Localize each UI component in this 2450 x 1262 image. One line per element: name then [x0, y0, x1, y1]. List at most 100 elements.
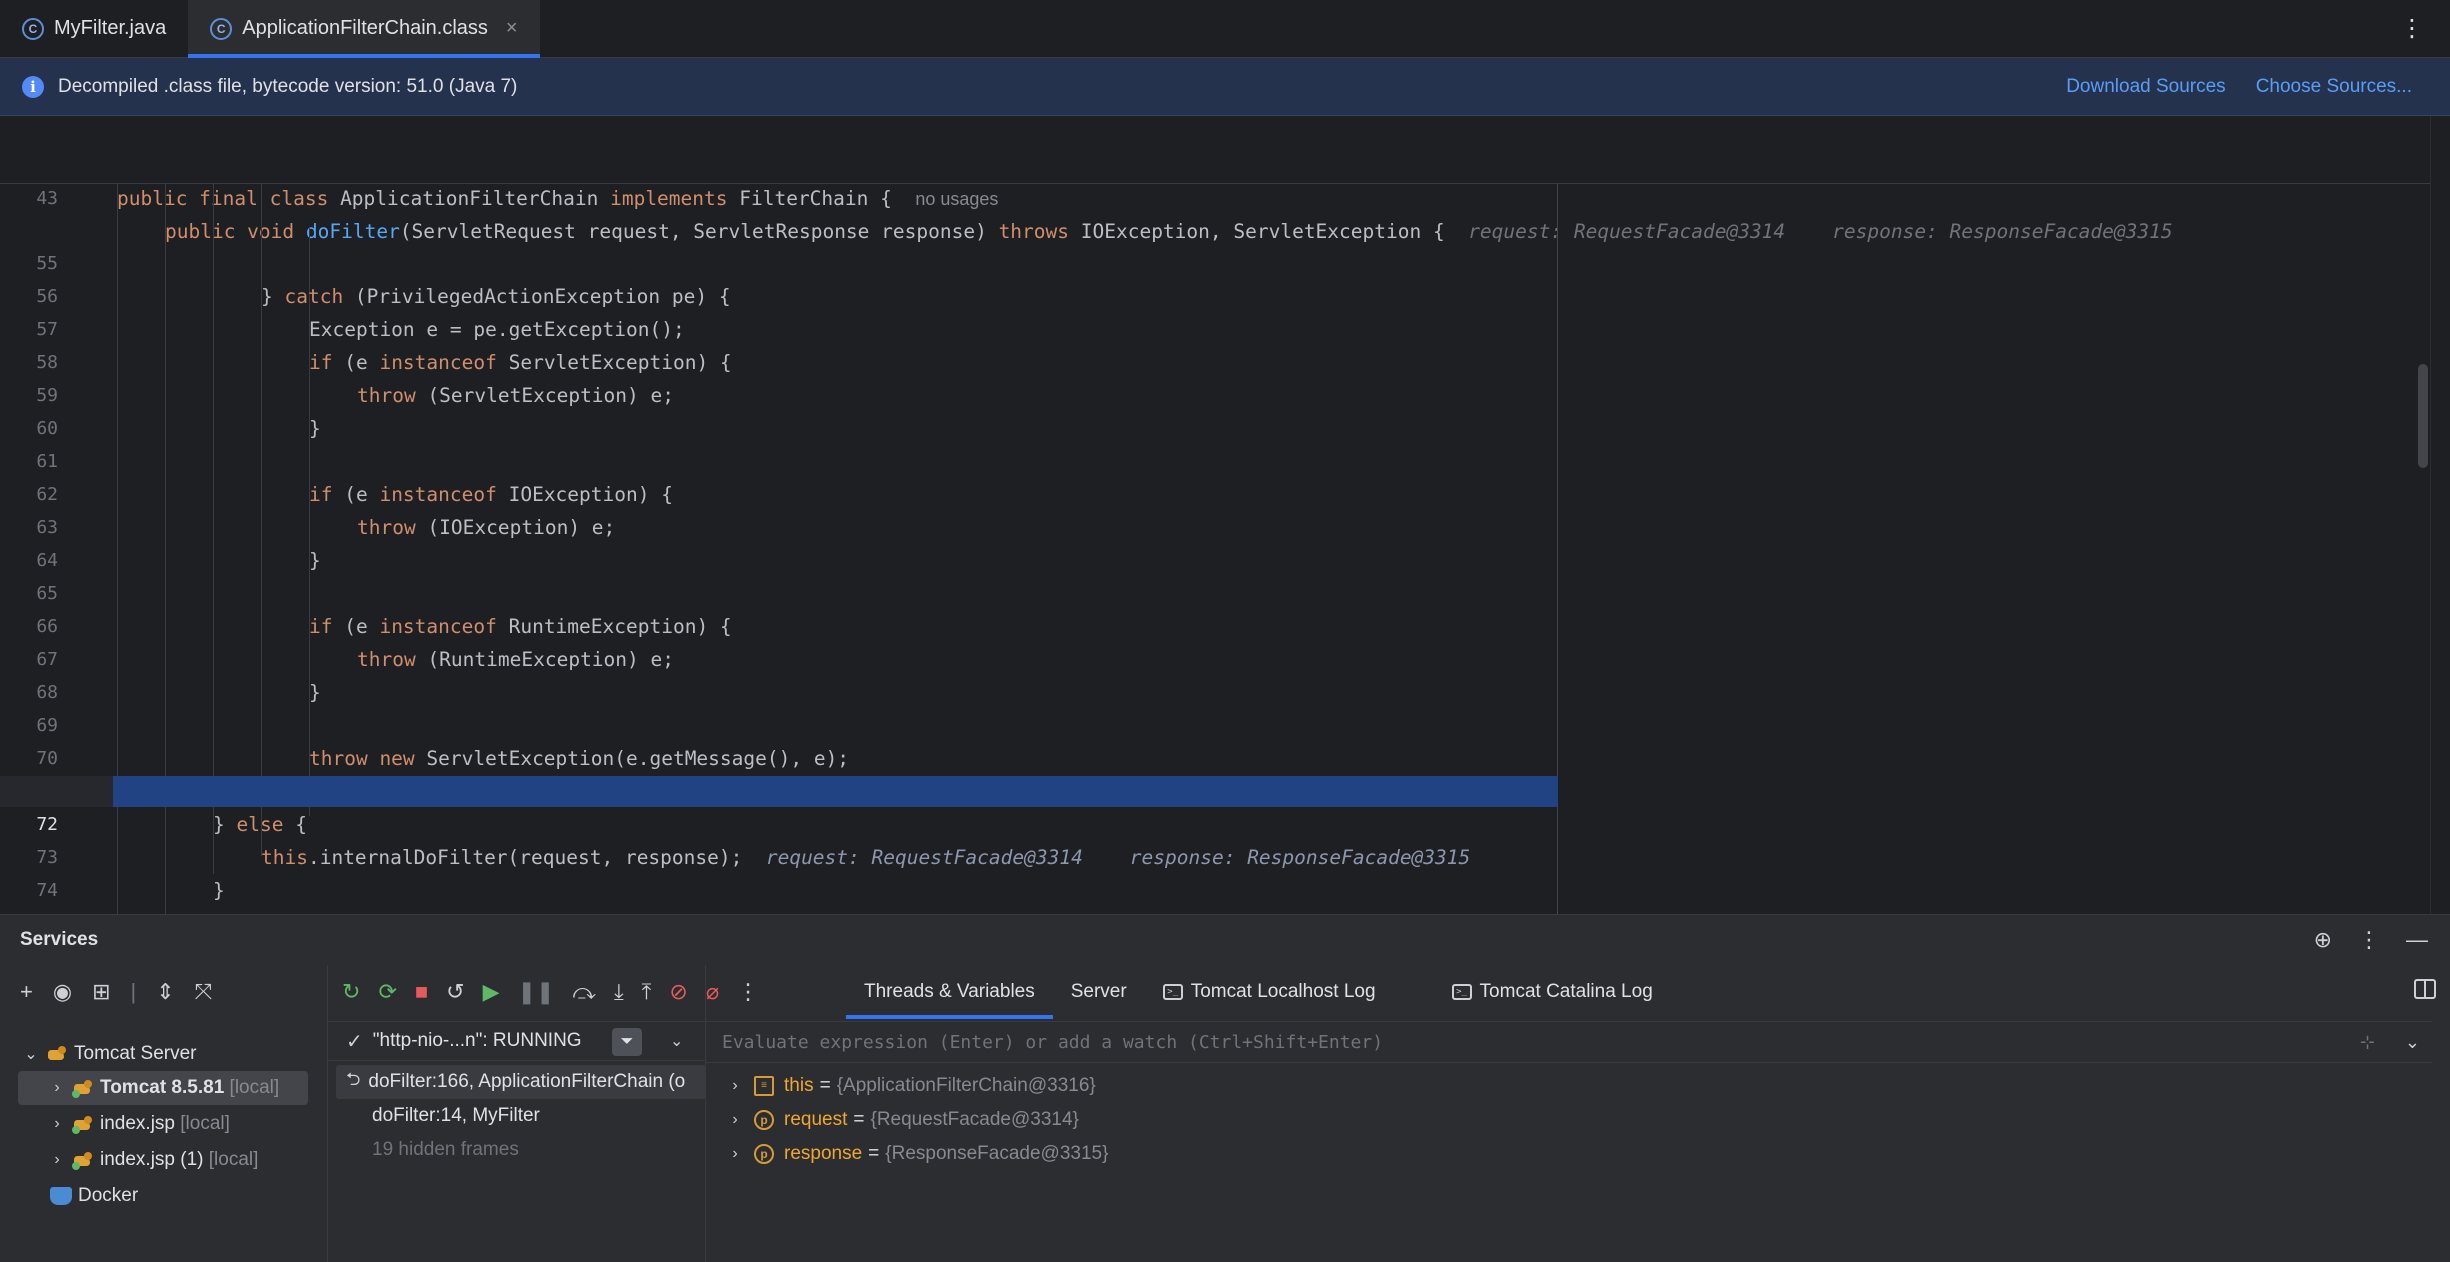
restart-icon[interactable]: ⟳	[378, 979, 396, 1005]
chevron-right-icon[interactable]: ›	[726, 1077, 744, 1095]
code-line: 60	[0, 379, 2430, 439]
stop-icon[interactable]: ■	[415, 979, 428, 1005]
debug-toolbar: ↻ ⟳ ■ ↺ ▶ ❚❚ ⤼ ⤓ ⤒ ⊘ ⌀ ⋮	[342, 965, 759, 1019]
rerun-icon[interactable]: ↻	[342, 979, 360, 1005]
code-line: 69 throw new ServletException(e.getMessa…	[0, 676, 2430, 770]
tab-server[interactable]: Server	[1053, 965, 1145, 1019]
hidden-frames[interactable]: 19 hidden frames	[336, 1133, 706, 1167]
tab-tomcat-catalina-log[interactable]: >_ Tomcat Catalina Log	[1434, 965, 1671, 1019]
code-line: 68	[0, 643, 2430, 703]
step-into-icon[interactable]: ⤓	[614, 979, 624, 1005]
code-line: 73 }	[0, 808, 2430, 902]
docker-icon	[50, 1187, 72, 1205]
tree-item-tag: [local]	[229, 1077, 280, 1098]
tree-item-docker[interactable]: Docker	[44, 1179, 138, 1213]
toolbar-divider: |	[130, 979, 137, 1004]
chevron-right-icon[interactable]: ›	[48, 1079, 66, 1097]
eye-icon[interactable]: ◉	[53, 979, 72, 1005]
pause-icon[interactable]: ❚❚	[518, 979, 555, 1005]
add-icon[interactable]: +	[20, 979, 33, 1005]
chevron-right-icon[interactable]: ›	[48, 1151, 66, 1169]
choose-sources-link[interactable]: Choose Sources...	[2256, 76, 2412, 98]
step-over-icon[interactable]: ⤼	[572, 979, 596, 1005]
services-tree-pane: + ◉ ⊞ | ⇕ ⤧ ⌄ Tomcat Server › Tomcat 8.5…	[0, 965, 328, 1262]
chevron-down-icon[interactable]: ⌄	[670, 1031, 683, 1051]
banner-text: Decompiled .class file, bytecode version…	[58, 75, 518, 97]
variable-name: response	[784, 1143, 863, 1164]
thread-label: "http-nio-...n": RUNNING	[372, 1030, 582, 1051]
tree-item-tag: [local]	[180, 1113, 230, 1134]
chevron-down-icon[interactable]: ⌄	[2405, 1032, 2420, 1053]
chevron-right-icon[interactable]: ›	[48, 1115, 66, 1133]
variable-name: this	[784, 1075, 814, 1096]
new-group-icon[interactable]: ⊞	[92, 979, 110, 1005]
tree-item-label: Tomcat Server	[74, 1043, 197, 1064]
chevron-right-icon[interactable]: ›	[726, 1111, 744, 1129]
panel-title: Services	[20, 929, 99, 950]
minimize-icon[interactable]: —	[2406, 927, 2428, 953]
tree-item-tomcat-server[interactable]: ⌄ Tomcat Server	[22, 1037, 196, 1071]
tree-item-index-jsp[interactable]: › index.jsp [local]	[48, 1107, 230, 1141]
evaluate-expression-bar: ⊹ ⌄	[706, 1021, 2432, 1063]
view-breakpoints-icon[interactable]: ⊘	[669, 979, 687, 1005]
equals-sign: =	[868, 1143, 880, 1164]
tab-label: MyFilter.java	[54, 17, 167, 39]
tab-tomcat-localhost-log[interactable]: >_ Tomcat Localhost Log	[1145, 965, 1394, 1019]
variable-request[interactable]: › p request = {RequestFacade@3314}	[726, 1103, 1079, 1137]
code-line: 71 } else {	[0, 742, 2430, 836]
filter-icon[interactable]: ⏷	[612, 1028, 642, 1056]
stack-frame[interactable]: doFilter:14, MyFilter	[336, 1099, 706, 1133]
variable-this[interactable]: › ≡ this = {ApplicationFilterChain@3316}	[726, 1069, 1096, 1103]
resume-icon[interactable]: ▶	[483, 979, 500, 1005]
close-icon[interactable]: ×	[506, 17, 518, 40]
update-icon[interactable]: ↺	[446, 979, 464, 1005]
more-vertical-icon[interactable]: ⋮	[2400, 14, 2424, 43]
tab-threads-variables[interactable]: Threads & Variables	[846, 965, 1053, 1019]
class-icon: C	[210, 17, 233, 40]
tab-label: Threads & Variables	[864, 981, 1035, 1002]
stack-frame[interactable]: ⮌ doFilter:166, ApplicationFilterChain (…	[336, 1065, 706, 1099]
info-icon: i	[22, 75, 44, 98]
current-execution-line: 72 this.internalDoFilter(request, respon…	[0, 775, 2430, 869]
more-vertical-icon[interactable]: ⋮	[2358, 927, 2380, 953]
vertical-scrollbar[interactable]	[2418, 364, 2428, 468]
tab-label: Server	[1070, 981, 1127, 1002]
tab-label: ApplicationFilterChain.class	[242, 17, 488, 39]
chevron-right-icon[interactable]: ›	[726, 1145, 744, 1163]
code-editor[interactable]: 27 public final class ApplicationFilterC…	[0, 116, 2430, 914]
tree-item-tomcat-instance[interactable]: › Tomcat 8.5.81 [local]	[18, 1071, 308, 1105]
services-panel: Services ⊕ ⋮ — + ◉ ⊞ | ⇕ ⤧ ⌄ Tomcat Serv…	[0, 914, 2450, 1262]
code-line: 53 › });	[0, 192, 2430, 214]
layout-icon[interactable]	[2414, 979, 2436, 999]
chevron-down-icon[interactable]: ⌄	[22, 1044, 40, 1064]
tree-item-index-jsp-1[interactable]: › index.jsp (1) [local]	[48, 1143, 258, 1177]
frames-pane: ↻ ⟳ ■ ↺ ▶ ❚❚ ⤼ ⤓ ⤒ ⊘ ⌀ ⋮ ✓ "http-nio-...…	[328, 965, 759, 1262]
tree-item-label: Tomcat 8.5.81	[100, 1077, 225, 1098]
code-line: 59 }	[0, 346, 2430, 440]
code-line: 61 if (e instanceof IOException) {	[0, 412, 2430, 506]
tab-label: Tomcat Localhost Log	[1190, 981, 1376, 1002]
stack-icon: ≡	[754, 1076, 774, 1096]
decompiled-banner: i Decompiled .class file, bytecode versi…	[0, 58, 2450, 116]
collapse-all-icon[interactable]: ⤧	[195, 979, 213, 1005]
download-sources-link[interactable]: Download Sources	[2066, 76, 2225, 98]
variable-value: {ApplicationFilterChain@3316}	[836, 1075, 1096, 1096]
add-watch-icon[interactable]: ⊹	[2360, 1032, 2375, 1053]
code-line: 63 }	[0, 478, 2430, 572]
code-line: 58 throw (ServletException) e;	[0, 313, 2430, 407]
sticky-line-method: 43 public void doFilter(ServletRequest r…	[0, 149, 2430, 243]
tab-applicationfilterchain[interactable]: C ApplicationFilterChain.class ×	[188, 0, 540, 58]
tree-item-label: Docker	[78, 1185, 139, 1206]
expand-all-icon[interactable]: ⇕	[156, 979, 174, 1005]
evaluate-expression-input[interactable]	[722, 1031, 2222, 1053]
thread-selector[interactable]: ✓ "http-nio-...n": RUNNING ⏷ ⌄	[328, 1021, 706, 1061]
parameter-icon: p	[754, 1110, 774, 1130]
code-line: 75 }	[0, 874, 2430, 914]
code-line: 66 throw (RuntimeException) e;	[0, 577, 2430, 671]
code-line: 65 if (e instanceof RuntimeException) {	[0, 544, 2430, 638]
crosshair-icon[interactable]: ⊕	[2314, 927, 2332, 953]
tab-myfilter[interactable]: C MyFilter.java	[0, 0, 188, 57]
code-line: 56 Exception e = pe.getException();	[0, 247, 2430, 341]
step-out-icon[interactable]: ⤒	[642, 979, 652, 1005]
variable-response[interactable]: › p response = {ResponseFacade@3315}	[726, 1137, 1108, 1171]
